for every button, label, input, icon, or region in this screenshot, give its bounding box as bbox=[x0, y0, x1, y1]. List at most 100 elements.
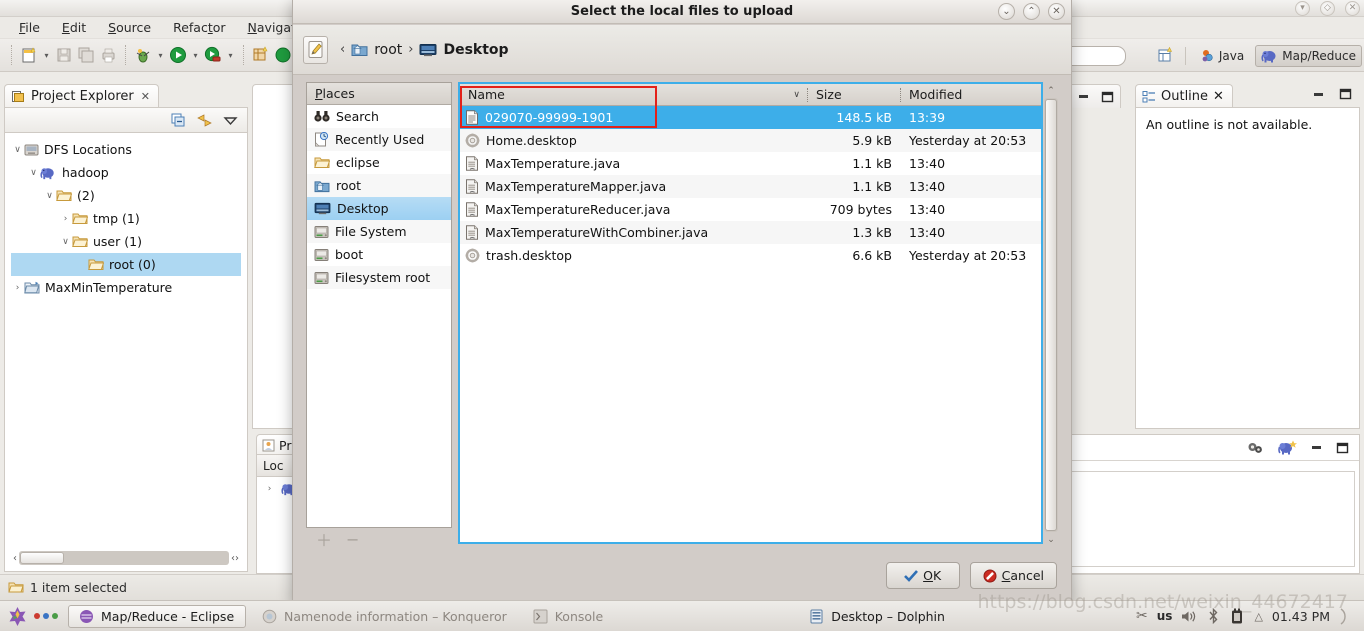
other-toolbar-icon[interactable] bbox=[273, 45, 293, 65]
breadcrumb-item-desktop[interactable]: Desktop bbox=[443, 42, 508, 58]
clock[interactable]: 01.43 PM bbox=[1272, 609, 1330, 624]
file-row[interactable]: trash.desktop 6.6 kB Yesterday at 20:53 bbox=[460, 244, 1041, 267]
file-row[interactable]: MaxTemperatureReducer.java 709 bytes 13:40 bbox=[460, 198, 1041, 221]
debug-icon[interactable] bbox=[133, 45, 153, 65]
file-list-scrollbar[interactable]: ⌃ ⌄ bbox=[1043, 84, 1059, 546]
task-eclipse[interactable]: Map/Reduce - Eclipse bbox=[68, 604, 246, 628]
column-header-modified[interactable]: Modified bbox=[901, 87, 1041, 102]
perspective-mapreduce[interactable]: Map/Reduce bbox=[1255, 44, 1362, 67]
breadcrumb-back-arrow[interactable]: ‹ bbox=[340, 42, 345, 57]
place-item-root[interactable]: root bbox=[307, 174, 451, 197]
file-row[interactable]: MaxTemperatureWithCombiner.java 1.3 kB 13:… bbox=[460, 221, 1041, 244]
add-place-button[interactable]: ＋ bbox=[316, 527, 332, 551]
keyboard-layout-indicator[interactable]: us bbox=[1157, 609, 1173, 623]
scrollbar-track[interactable] bbox=[1044, 98, 1058, 532]
link-with-editor-icon[interactable] bbox=[196, 113, 213, 128]
view-menu-icon[interactable] bbox=[223, 113, 238, 128]
tree-twisty[interactable]: › bbox=[59, 214, 72, 224]
file-row[interactable]: Home.desktop 5.9 kB Yesterday at 20:53 bbox=[460, 129, 1041, 152]
eclipse-minimize-button[interactable]: ▾ bbox=[1295, 1, 1310, 16]
place-item-desktop[interactable]: Desktop bbox=[307, 197, 451, 220]
tree-twisty[interactable]: ∨ bbox=[43, 191, 56, 201]
tree-twisty[interactable]: ∨ bbox=[11, 145, 24, 155]
collapse-all-icon[interactable] bbox=[171, 113, 186, 128]
close-icon[interactable]: ✕ bbox=[1213, 89, 1224, 104]
close-icon[interactable]: ✕ bbox=[1048, 3, 1065, 20]
kde-launcher-icon[interactable] bbox=[6, 605, 28, 627]
place-item-recently-used[interactable]: Recently Used bbox=[307, 128, 451, 151]
hscroll-right-arrows[interactable]: ‹› bbox=[229, 553, 241, 564]
hscroll-left-arrow[interactable]: ‹ bbox=[11, 553, 19, 564]
debug-dropdown-caret[interactable]: ▾ bbox=[155, 51, 166, 60]
new-java-project-icon[interactable] bbox=[251, 45, 271, 65]
scroll-up-arrow[interactable]: ⌃ bbox=[1047, 84, 1055, 97]
tree-twisty[interactable]: ∨ bbox=[27, 168, 40, 178]
task-konsole[interactable]: Konsole bbox=[523, 605, 613, 628]
tab-project-explorer[interactable]: Project Explorer ✕ bbox=[4, 84, 159, 108]
ok-button[interactable]: OK bbox=[885, 562, 960, 589]
tree-twisty[interactable]: ∨ bbox=[59, 237, 72, 247]
tree-twisty[interactable]: › bbox=[11, 283, 24, 293]
hscroll-track[interactable] bbox=[19, 551, 229, 565]
hscroll-thumb[interactable] bbox=[20, 552, 64, 564]
task-konqueror[interactable]: Namenode information – Konqueror bbox=[252, 605, 517, 628]
tree-item-root-0[interactable]: ›root (0) bbox=[11, 253, 241, 276]
run-icon[interactable] bbox=[168, 45, 188, 65]
maximize-icon[interactable] bbox=[1339, 88, 1352, 100]
maximize-icon[interactable] bbox=[1101, 91, 1114, 103]
eclipse-close-button[interactable]: ✕ bbox=[1345, 1, 1360, 16]
klipper-icon[interactable]: ✂ bbox=[1136, 608, 1148, 624]
minimize-icon[interactable] bbox=[1077, 91, 1090, 102]
shade-icon[interactable]: ⌄ bbox=[998, 3, 1015, 20]
menu-refactor[interactable]: Refactor bbox=[162, 18, 236, 37]
run-coverage-icon[interactable] bbox=[203, 45, 223, 65]
tree-item-hadoop[interactable]: ∨ hadoop bbox=[11, 161, 241, 184]
menu-edit[interactable]: Edit bbox=[51, 18, 97, 37]
place-item-search[interactable]: Search bbox=[307, 105, 451, 128]
perspective-java[interactable]: Java bbox=[1195, 45, 1249, 67]
eclipse-maximize-button[interactable]: ◇ bbox=[1320, 1, 1335, 16]
project-explorer-hscrollbar[interactable]: ‹ ‹› bbox=[11, 550, 241, 566]
places-header[interactable]: Places bbox=[307, 83, 451, 105]
file-row[interactable]: MaxTemperature.java 1.1 kB 13:40 bbox=[460, 152, 1041, 175]
cancel-button[interactable]: Cancel bbox=[969, 562, 1057, 589]
place-item-filesystem-root[interactable]: Filesystem root bbox=[307, 266, 451, 289]
new-icon[interactable] bbox=[19, 45, 39, 65]
task-dolphin[interactable]: Desktop – Dolphin bbox=[799, 605, 955, 628]
tree-item-user-1[interactable]: ∨ user (1) bbox=[11, 230, 241, 253]
scroll-down-arrow[interactable]: ⌄ bbox=[1047, 533, 1055, 546]
maximize-icon[interactable] bbox=[1336, 442, 1349, 454]
menu-source[interactable]: Source bbox=[97, 18, 162, 37]
sort-descending-icon[interactable]: ∨ bbox=[793, 90, 800, 100]
tree-item-2[interactable]: ∨ (2) bbox=[11, 184, 241, 207]
run-coverage-dropdown-caret[interactable]: ▾ bbox=[225, 51, 236, 60]
show-desktop-button[interactable] bbox=[1339, 607, 1352, 625]
edit-location-button[interactable] bbox=[303, 35, 328, 64]
gears-icon[interactable] bbox=[1246, 440, 1265, 456]
device-icon[interactable] bbox=[1229, 608, 1245, 625]
close-icon[interactable]: ✕ bbox=[141, 90, 150, 103]
scrollbar-thumb[interactable] bbox=[1045, 99, 1057, 531]
unshade-icon[interactable]: ⌃ bbox=[1023, 3, 1040, 20]
menu-file[interactable]: File bbox=[8, 18, 51, 37]
minimize-icon[interactable] bbox=[1310, 442, 1323, 453]
file-row[interactable]: MaxTemperatureMapper.java 1.1 kB 13:40 bbox=[460, 175, 1041, 198]
volume-icon[interactable] bbox=[1181, 609, 1198, 624]
tree-item-dfs-locations[interactable]: ∨ DFS Locations bbox=[11, 138, 241, 161]
place-item-boot[interactable]: boot bbox=[307, 243, 451, 266]
new-dropdown-caret[interactable]: ▾ bbox=[41, 51, 52, 60]
notification-icon[interactable]: △ bbox=[1254, 610, 1262, 623]
location-row-twisty[interactable]: › bbox=[263, 484, 276, 494]
column-header-size[interactable]: Size bbox=[808, 87, 900, 102]
open-perspective-icon[interactable] bbox=[1156, 46, 1176, 66]
column-header-name[interactable]: Name ∨ bbox=[460, 87, 807, 102]
place-item-file-system[interactable]: File System bbox=[307, 220, 451, 243]
run-dropdown-caret[interactable]: ▾ bbox=[190, 51, 201, 60]
tree-item-maxmintemperature[interactable]: › MaxMinTemperature bbox=[11, 276, 241, 299]
bluetooth-icon[interactable] bbox=[1207, 608, 1220, 624]
breadcrumb-item-root[interactable]: root bbox=[374, 42, 402, 58]
place-item-eclipse[interactable]: eclipse bbox=[307, 151, 451, 174]
remove-place-button[interactable]: − bbox=[346, 530, 359, 549]
tab-outline[interactable]: Outline ✕ bbox=[1135, 84, 1233, 108]
tree-item-tmp-1[interactable]: › tmp (1) bbox=[11, 207, 241, 230]
